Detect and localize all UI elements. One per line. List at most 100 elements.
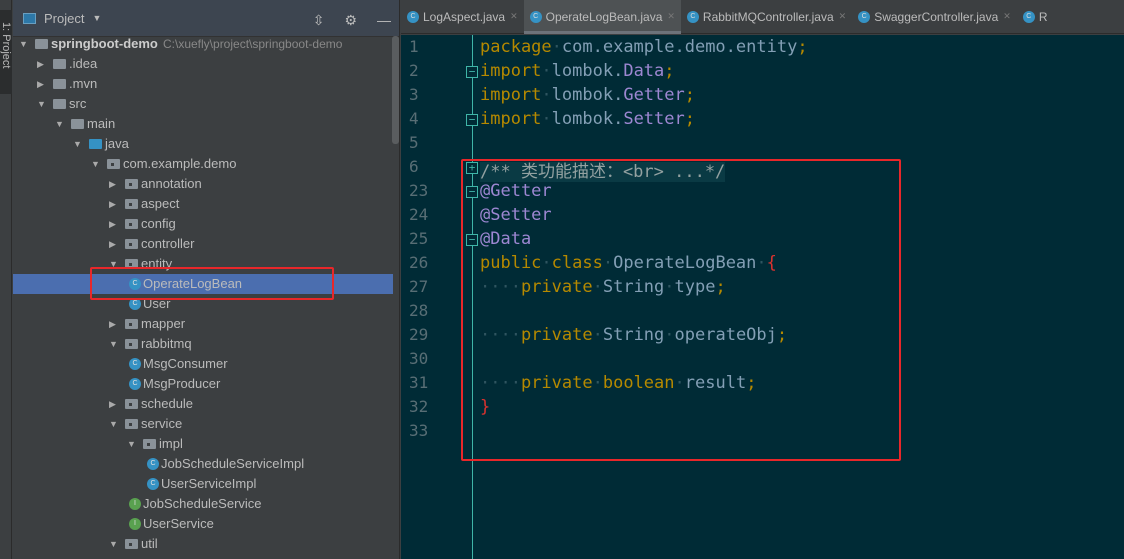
- chevron-down-icon[interactable]: ▼: [127, 434, 137, 454]
- line-number: 31: [409, 373, 429, 392]
- tab-label: OperateLogBean.java: [545, 9, 663, 24]
- chevron-down-icon[interactable]: ▼: [19, 34, 29, 54]
- chevron-down-icon[interactable]: ▼: [73, 134, 83, 154]
- chevron-right-icon[interactable]: ▶: [37, 54, 47, 74]
- tree-item-util[interactable]: ▼ util: [13, 534, 393, 554]
- tree-item-label: java: [105, 136, 129, 151]
- line-number: 24: [409, 205, 429, 224]
- tree-item-impl[interactable]: ▼ impl: [13, 434, 393, 454]
- close-icon[interactable]: ✕: [510, 11, 518, 22]
- line-number: 30: [409, 349, 429, 368]
- collapse-all-icon[interactable]: ⇳: [313, 12, 325, 29]
- line-number: 3: [409, 85, 419, 104]
- tree-item-jobscheduleserviceimpl[interactable]: C JobScheduleServiceImpl: [13, 454, 393, 474]
- project-view-selector[interactable]: Project: [44, 11, 84, 26]
- line-number: 4: [409, 109, 419, 128]
- class-icon: C: [129, 358, 141, 370]
- tree-item-src[interactable]: ▼ src: [13, 94, 393, 114]
- chevron-down-icon[interactable]: ▼: [109, 334, 119, 354]
- folder-icon: [125, 419, 138, 429]
- close-icon[interactable]: ✕: [1003, 11, 1011, 22]
- tree-item-config[interactable]: ▶ config: [13, 214, 393, 234]
- chevron-right-icon[interactable]: ▶: [109, 394, 119, 414]
- fold-collapse-icon[interactable]: −: [466, 66, 478, 78]
- chevron-down-icon[interactable]: ▼: [55, 114, 65, 134]
- tree-item-label: schedule: [141, 396, 194, 411]
- code-line: import·lombok.Data;: [480, 61, 675, 81]
- tree-item-userservice[interactable]: I UserService: [13, 514, 393, 534]
- chevron-right-icon[interactable]: ▶: [37, 74, 47, 94]
- tab-logaspect-java[interactable]: C LogAspect.java ✕: [401, 0, 524, 34]
- chevron-down-icon[interactable]: ▼: [109, 414, 119, 434]
- code-token: ;: [684, 109, 695, 129]
- line-number: 27: [409, 277, 429, 296]
- class-icon: C: [686, 10, 699, 23]
- tree-item-label: controller: [141, 236, 195, 251]
- tree-item-rabbitmq[interactable]: ▼ rabbitmq: [13, 334, 393, 354]
- line-number: 2: [409, 61, 419, 80]
- line-number: 25: [409, 229, 429, 248]
- chevron-down-icon[interactable]: ▼: [109, 534, 119, 554]
- tree-item-label: service: [141, 416, 183, 431]
- project-tool-tab-label: 1: Project: [0, 22, 12, 69]
- close-icon[interactable]: ✕: [667, 11, 675, 22]
- tree-item-java[interactable]: ▼ java: [13, 134, 393, 154]
- tree-item--mvn[interactable]: ▶ .mvn: [13, 74, 393, 94]
- chevron-right-icon[interactable]: ▶: [109, 314, 119, 334]
- folder-icon: [125, 539, 138, 549]
- folder-icon: [53, 79, 66, 89]
- tree-item-mapper[interactable]: ▶ mapper: [13, 314, 393, 334]
- tree-item-service[interactable]: ▼ service: [13, 414, 393, 434]
- chevron-right-icon[interactable]: ▶: [109, 174, 119, 194]
- tree-item-controller[interactable]: ▶ controller: [13, 234, 393, 254]
- tree-item--idea[interactable]: ▶ .idea: [13, 54, 393, 74]
- tree-item-label: .mvn: [69, 76, 98, 91]
- tree-item-jobscheduleservice[interactable]: I JobScheduleService: [13, 494, 393, 514]
- chevron-down-icon[interactable]: ▼: [37, 94, 47, 114]
- tree-item-msgconsumer[interactable]: C MsgConsumer: [13, 354, 393, 374]
- chevron-right-icon[interactable]: ▶: [109, 194, 119, 214]
- folder-icon: [53, 99, 66, 109]
- tree-item-aspect[interactable]: ▶ aspect: [13, 194, 393, 214]
- class-icon: C: [407, 10, 419, 23]
- chevron-down-icon[interactable]: ▼: [92, 13, 101, 23]
- close-icon[interactable]: ✕: [839, 11, 847, 22]
- line-number: 1: [409, 37, 419, 56]
- tab-label: RabbitMQController.java: [702, 9, 834, 24]
- folder-icon: [89, 139, 102, 149]
- tab-r[interactable]: CR: [1017, 0, 1054, 34]
- hide-panel-icon[interactable]: —: [377, 12, 391, 29]
- tree-item-main[interactable]: ▼ main: [13, 114, 393, 134]
- tree-item-label: src: [69, 96, 87, 111]
- line-number: 5: [409, 133, 419, 152]
- tree-item-msgproducer[interactable]: C MsgProducer: [13, 374, 393, 394]
- folder-icon: [125, 179, 138, 189]
- fold-collapse-icon[interactable]: −: [466, 114, 478, 126]
- tree-item-userserviceimpl[interactable]: C UserServiceImpl: [13, 474, 393, 494]
- project-tool-tab[interactable]: 1: Project: [0, 10, 12, 94]
- gear-icon[interactable]: ⚙: [344, 12, 357, 29]
- folder-icon: [125, 199, 138, 209]
- tab-operatelogbean-java[interactable]: C OperateLogBean.java ✕: [523, 0, 681, 34]
- chevron-down-icon[interactable]: ▼: [91, 154, 101, 174]
- tree-item-com-example-demo[interactable]: ▼ com.example.demo: [13, 154, 393, 174]
- module-icon: [35, 39, 48, 49]
- tree-item-label: JobScheduleService: [143, 496, 262, 511]
- tree-item-annotation[interactable]: ▶ annotation: [13, 174, 393, 194]
- folder-icon: [53, 59, 66, 69]
- chevron-right-icon[interactable]: ▶: [109, 234, 119, 254]
- project-view-icon: [23, 12, 36, 24]
- line-number: 33: [409, 421, 429, 440]
- project-panel-header: Project ▼ ⇳ ⚙ —: [13, 0, 399, 37]
- tree-item-springboot-demo[interactable]: ▼ springboot-demo C:\xuefly\project\spring…: [13, 34, 393, 54]
- folder-icon: [71, 119, 84, 129]
- tree-item-label: com.example.demo: [123, 156, 237, 171]
- class-icon: C: [147, 478, 159, 490]
- tree-item-label: annotation: [141, 176, 202, 191]
- code-token: Data: [623, 61, 665, 81]
- tree-item-schedule[interactable]: ▶ schedule: [13, 394, 393, 414]
- tab-swaggercontroller-java[interactable]: C SwaggerController.java ✕: [852, 0, 1017, 34]
- tree-scrollbar[interactable]: [392, 36, 399, 144]
- chevron-right-icon[interactable]: ▶: [109, 214, 119, 234]
- tab-rabbitmqcontroller-java[interactable]: C RabbitMQController.java ✕: [681, 0, 852, 34]
